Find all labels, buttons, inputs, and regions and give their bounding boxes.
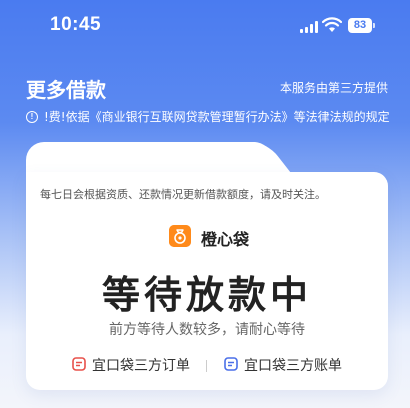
bill-link-label: 宜口袋三方账单: [244, 358, 342, 374]
card-links: 宜口袋三方订单 宜口袋三方账单: [26, 355, 388, 379]
bill-icon: [224, 357, 238, 371]
status-bar: 10:45 83: [0, 0, 410, 54]
order-icon: [72, 357, 86, 371]
page-title: 更多借款: [26, 78, 106, 102]
info-icon: !: [26, 110, 38, 123]
status-time: 10:45: [50, 14, 102, 35]
brand-logo-icon: [169, 225, 191, 247]
battery-icon: 83: [348, 18, 372, 33]
provider-note: 本服务由第三方提供: [279, 81, 388, 95]
loan-status-title: 等待放款中: [101, 273, 312, 317]
notice-banner[interactable]: ! !费!依据《商业银行互联网贷款管理暂行办法》等法律法规的规定: [26, 108, 390, 126]
brand-name: 橙心袋: [201, 230, 250, 249]
order-link-label: 宜口袋三方订单: [92, 358, 190, 374]
signal-icon: [300, 21, 320, 33]
wifi-icon: [322, 17, 342, 32]
loan-status-subtitle: 前方等待人数较多，请耐心等待: [109, 322, 305, 338]
battery-tip: [373, 23, 375, 28]
notice-text: !费!依据《商业银行互联网贷款管理暂行办法》等法律法规的规定: [44, 110, 390, 124]
loan-status-card: 每七日会根据资质、还款情况更新借款额度，请及时关注。 橙心袋 等待放款中 前方等…: [26, 172, 388, 390]
links-divider: [206, 360, 207, 372]
refresh-note: 每七日会根据资质、还款情况更新借款额度，请及时关注。: [40, 188, 326, 201]
